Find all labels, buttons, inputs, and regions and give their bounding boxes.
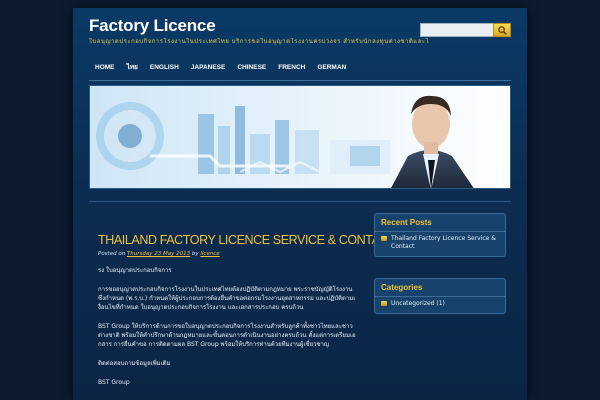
nav-item-chinese[interactable]: CHINESE bbox=[231, 55, 272, 81]
post-author-link[interactable]: licence bbox=[200, 251, 219, 257]
post-paragraph: ติดต่อสอบถามข้อมูลเพิ่มเติม bbox=[98, 360, 171, 367]
bullet-icon bbox=[381, 236, 387, 241]
list-item[interactable]: Thailand Factory Licence Service & Conta… bbox=[381, 235, 499, 251]
search-icon bbox=[497, 25, 507, 35]
post-paragraph: BST Group ให้บริการด้านการขอใบอนุญาตประก… bbox=[98, 323, 356, 348]
nav-item-japanese[interactable]: JAPANESE bbox=[185, 55, 232, 81]
site-title[interactable]: Factory Licence bbox=[89, 16, 216, 36]
category-link[interactable]: Uncategorized (1) bbox=[391, 300, 445, 308]
nav-item-german[interactable]: GERMAN bbox=[311, 55, 352, 81]
post-paragraph: การขออนุญาตประกอบกิจการโรงงานในประเทศไทย… bbox=[98, 286, 356, 311]
recent-posts-title: Recent Posts bbox=[375, 214, 505, 232]
categories-list: Uncategorized (1) bbox=[375, 297, 505, 313]
search-input[interactable] bbox=[420, 23, 496, 37]
nav-item-french[interactable]: FRENCH bbox=[272, 55, 311, 81]
nav-item-home[interactable]: HOME bbox=[89, 55, 121, 81]
recent-posts-list: Thailand Factory Licence Service & Conta… bbox=[375, 232, 505, 256]
list-item[interactable]: Uncategorized (1) bbox=[381, 300, 499, 308]
post-paragraph: รง ใบอนุญาตประกอบกิจการ bbox=[98, 267, 172, 274]
recent-post-link[interactable]: Thailand Factory Licence Service & Conta… bbox=[391, 235, 499, 251]
post-meta-by: by bbox=[191, 251, 199, 257]
search-button[interactable] bbox=[493, 23, 511, 37]
site-tagline: ใบอนุญาตประกอบกิจการโรงงานในประเทศไทย บร… bbox=[89, 38, 429, 45]
bullet-icon bbox=[381, 301, 387, 306]
categories-widget: Categories Uncategorized (1) bbox=[374, 278, 506, 314]
post-paragraph: BST Group bbox=[98, 379, 130, 386]
nav-item-english[interactable]: ENGLISH bbox=[144, 55, 185, 81]
post-meta: Posted on Thursday 23 May 2013 by licenc… bbox=[98, 251, 220, 257]
page-wrapper: Factory Licence ใบอนุญาตประกอบกิจการโรงง… bbox=[73, 8, 527, 400]
header-banner-image bbox=[89, 85, 511, 189]
banner-illustration bbox=[90, 86, 510, 188]
post-date-link[interactable]: Thursday 23 May 2013 bbox=[127, 251, 190, 257]
post-meta-prefix: Posted on bbox=[98, 251, 126, 257]
content-divider bbox=[89, 201, 511, 202]
recent-posts-widget: Recent Posts Thailand Factory Licence Se… bbox=[374, 213, 506, 257]
main-nav: HOME ไทย ENGLISH JAPANESE CHINESE FRENCH… bbox=[89, 55, 511, 81]
post-title[interactable]: THAILAND FACTORY LICENCE SERVICE & CONTA… bbox=[98, 233, 396, 247]
post-body: รง ใบอนุญาตประกอบกิจการ การขออนุญาตประกอ… bbox=[98, 266, 356, 397]
nav-item-thai[interactable]: ไทย bbox=[121, 55, 144, 81]
categories-title: Categories bbox=[375, 279, 505, 297]
